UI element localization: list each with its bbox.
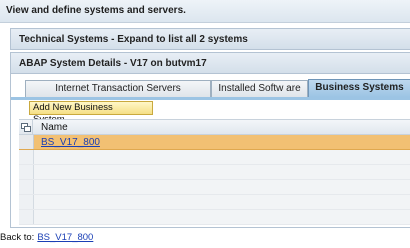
row-selector[interactable] (19, 180, 34, 194)
back-link[interactable]: BS_V17_800 (37, 232, 93, 243)
page-title: View and define systems and servers. (6, 5, 186, 16)
tabstrip-underline (11, 97, 410, 100)
technical-systems-title[interactable]: Technical Systems - Expand to list all 2… (19, 34, 248, 45)
select-all-icon[interactable] (19, 120, 33, 135)
business-system-link[interactable]: BS_V17_800 (41, 137, 100, 148)
table-header: Name (19, 119, 410, 135)
row-selector[interactable] (19, 135, 34, 149)
tab-installed-software[interactable]: Installed Softw are (211, 80, 308, 97)
row-selector[interactable] (19, 150, 34, 164)
table-row[interactable] (19, 180, 410, 195)
abap-system-details-title: ABAP System Details - V17 on butvm17 (19, 58, 207, 69)
row-selector[interactable] (19, 165, 34, 179)
tabstrip: Internet Transaction Servers Installed S… (11, 77, 410, 100)
technical-systems-tray[interactable]: Technical Systems - Expand to list all 2… (10, 28, 410, 50)
table-row[interactable] (19, 210, 410, 225)
back-label: Back to: (0, 232, 35, 243)
page-header: View and define systems and servers. (0, 0, 410, 23)
abap-system-details-tray: ABAP System Details - V17 on butvm17 (10, 52, 410, 74)
table-row[interactable]: BS_V17_800 (19, 135, 410, 150)
row-selector[interactable] (19, 210, 34, 224)
table-row[interactable] (19, 195, 410, 210)
tab-internet-transaction-servers[interactable]: Internet Transaction Servers (25, 80, 211, 97)
tab-panel: Internet Transaction Servers Installed S… (10, 74, 410, 228)
table-row[interactable] (19, 165, 410, 180)
back-navigation: Back to: BS_V17_800 (0, 232, 93, 243)
add-new-business-system-button[interactable]: Add New Business System... (29, 101, 153, 125)
row-selector[interactable] (19, 195, 34, 209)
table-row[interactable] (19, 150, 410, 165)
column-header-name[interactable]: Name (41, 122, 68, 133)
tab-business-systems[interactable]: Business Systems (308, 79, 410, 97)
